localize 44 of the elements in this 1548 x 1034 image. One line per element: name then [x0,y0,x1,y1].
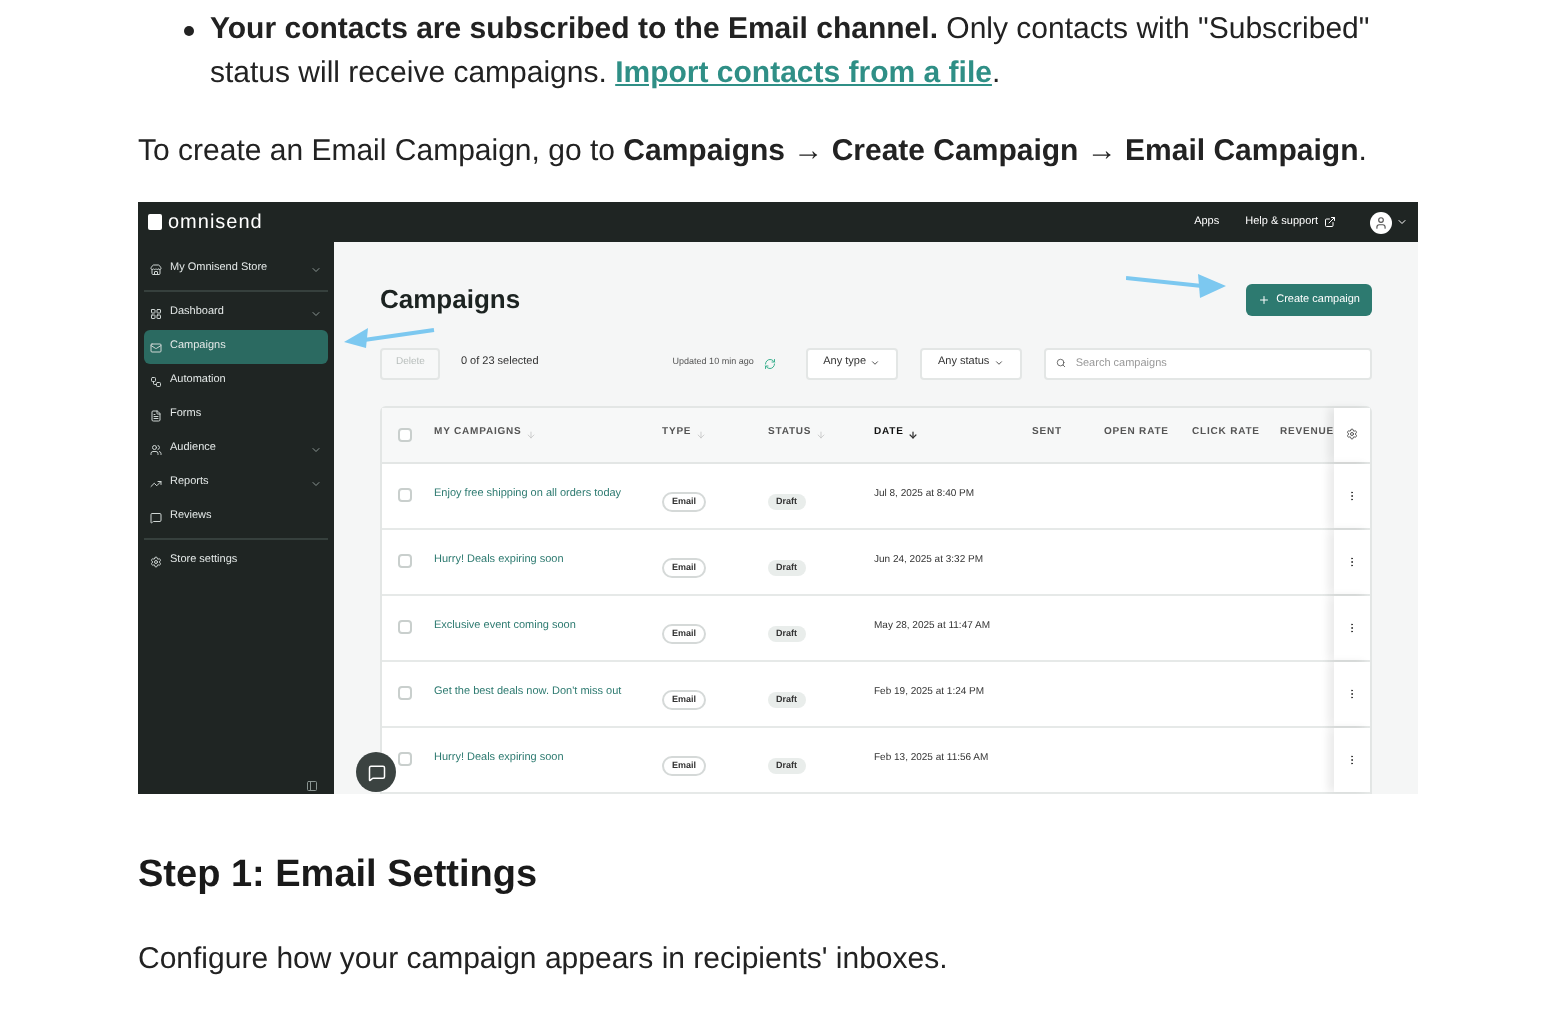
import-link[interactable]: Import contacts from a file [615,56,992,90]
store-icon [150,263,162,275]
pointer-arrow [344,326,436,350]
form-icon [150,409,162,421]
settings-icon[interactable] [1346,428,1358,440]
app-logo: omnisend [168,209,263,237]
chevron-icon [310,477,322,489]
bullet-text: Your contacts are subscribed to the Email channel. Only contacts with "Subscribed" status will receive campaigns. Import contacts from a file. [210,10,1372,94]
row-checkbox[interactable] [398,620,412,634]
people-icon [150,443,162,455]
chevron-icon[interactable] [1396,216,1408,228]
pointer-arrow [1126,274,1226,298]
chat-button[interactable] [356,752,396,792]
step-heading: Step 1: Email Settings [138,852,540,900]
chevron-icon [870,358,881,368]
grid-icon [150,307,162,319]
collapse-icon[interactable] [306,780,318,792]
intro-text: To create an Email Campaign, go to Campaigns → Create Campaign → Email Campaign. [138,132,1369,172]
sort-icon [525,429,536,439]
sort-icon [815,429,826,439]
message-icon [150,511,162,523]
flow-icon [150,375,162,387]
body-text: Configure how your campaign appears in recipients' inboxes. [138,940,950,980]
trend-icon [150,477,162,489]
sort-icon [695,429,706,439]
row-checkbox[interactable] [398,752,412,766]
row-checkbox[interactable] [398,427,412,441]
gear-icon [150,555,162,567]
search-icon [1055,358,1066,368]
row-checkbox[interactable] [398,554,412,568]
sort-icon [907,429,918,439]
chevron-icon [310,307,322,319]
external-link-icon [1324,216,1336,228]
plus-icon [1258,293,1271,306]
chevron-icon [993,358,1004,368]
row-checkbox[interactable] [398,686,412,700]
chevron-icon [310,263,322,275]
mail-icon [150,341,162,353]
page-title: Campaigns [380,282,521,318]
logo-icon [148,214,162,230]
chevron-icon [310,443,322,455]
avatar-icon[interactable] [1370,211,1392,233]
row-checkbox[interactable] [398,488,412,502]
chat-icon [367,763,385,781]
